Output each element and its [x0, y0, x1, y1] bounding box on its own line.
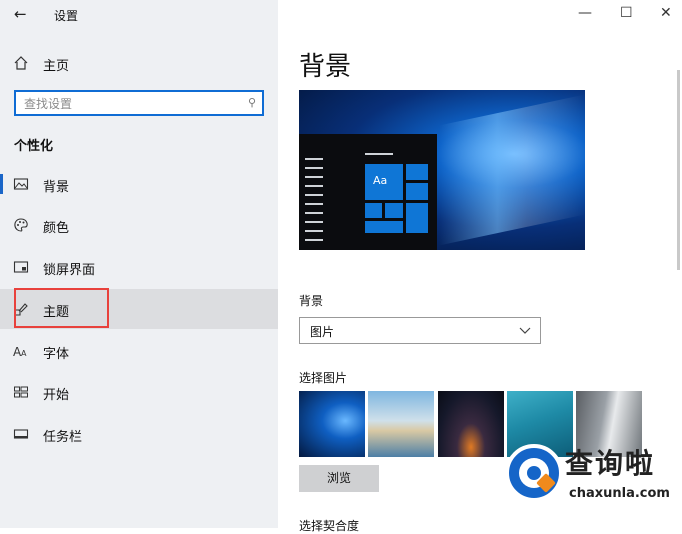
background-type-value: 图片	[310, 325, 335, 339]
preview-start-menu: Aa	[299, 134, 437, 250]
nav-item-taskbar[interactable]: 任务栏	[0, 414, 278, 454]
watermark: 查询啦 chaxunla.com	[505, 440, 675, 510]
theme-highlight-box	[14, 288, 109, 328]
picture-icon	[13, 178, 29, 190]
preview-light-beams	[439, 94, 585, 246]
background-preview: Aa	[299, 90, 585, 250]
nav-item-label: 颜色	[43, 221, 70, 236]
preview-tile-text: Aa	[373, 174, 388, 187]
search-input[interactable]	[22, 95, 241, 113]
choose-picture-label: 选择图片	[299, 371, 348, 385]
nav-item-fonts[interactable]: A A 字体	[0, 331, 278, 371]
nav-home[interactable]: 主页	[0, 50, 278, 76]
home-icon	[14, 56, 28, 70]
nav-item-label: 字体	[43, 347, 70, 362]
scrollbar[interactable]	[677, 70, 680, 270]
search-icon[interactable]: ⚲	[248, 96, 256, 109]
lockscreen-icon	[13, 261, 29, 273]
taskbar-icon	[13, 429, 29, 439]
preview-header-line	[365, 153, 393, 155]
watermark-text-en: chaxunla.com	[569, 486, 670, 501]
maximize-icon[interactable]: ☐	[620, 5, 633, 21]
close-icon[interactable]: ✕	[660, 5, 672, 21]
preview-tile	[406, 164, 428, 180]
font-icon: A A	[13, 345, 27, 359]
preview-tiles: Aa	[365, 158, 435, 250]
chevron-down-icon	[519, 327, 531, 334]
nav-item-lockscreen[interactable]: 锁屏界面	[0, 247, 278, 287]
preview-tile	[365, 203, 382, 218]
preview-tile	[406, 183, 428, 200]
nav-item-label: 任务栏	[43, 430, 83, 445]
nav-item-background[interactable]: 背景	[0, 164, 278, 204]
background-type-select[interactable]: 图片	[299, 317, 541, 344]
browse-button[interactable]: 浏览	[299, 465, 379, 492]
nav-item-start[interactable]: 开始	[0, 372, 278, 412]
svg-text:A: A	[21, 349, 27, 358]
preview-tile	[385, 203, 403, 218]
picture-thumbnail-windows[interactable]	[299, 391, 365, 457]
app-title: 设置	[54, 9, 79, 23]
palette-icon	[14, 218, 28, 232]
start-icon	[14, 386, 28, 398]
picture-thumbnail-night-sky[interactable]	[438, 391, 504, 457]
nav-item-colors[interactable]: 颜色	[0, 205, 278, 245]
minimize-icon[interactable]: —	[578, 5, 592, 21]
nav-home-label: 主页	[43, 59, 70, 74]
window-controls: — ☐ ✕	[562, 0, 682, 30]
preview-tile-large: Aa	[365, 164, 403, 200]
preview-tile	[406, 203, 428, 233]
picture-thumbnail-beach[interactable]	[368, 391, 434, 457]
titlebar-left: ← 设置	[0, 0, 278, 30]
page-title: 背景	[299, 52, 352, 82]
search-box[interactable]: ⚲	[14, 90, 264, 116]
preview-app-list	[305, 158, 323, 248]
nav-item-label: 锁屏界面	[43, 263, 96, 278]
fit-label: 选择契合度	[299, 519, 360, 533]
watermark-logo-icon	[505, 444, 563, 502]
preview-tile	[365, 221, 403, 233]
background-label: 背景	[299, 294, 324, 308]
watermark-text-cn: 查询啦	[565, 447, 656, 480]
settings-sidebar: ← 设置 主页 ⚲ 个性化 背景 颜色 锁屏界面	[0, 0, 278, 528]
back-arrow-icon[interactable]: ←	[14, 5, 27, 23]
nav-item-label: 开始	[43, 388, 70, 403]
nav-item-label: 背景	[43, 180, 70, 195]
section-title: 个性化	[14, 139, 54, 154]
